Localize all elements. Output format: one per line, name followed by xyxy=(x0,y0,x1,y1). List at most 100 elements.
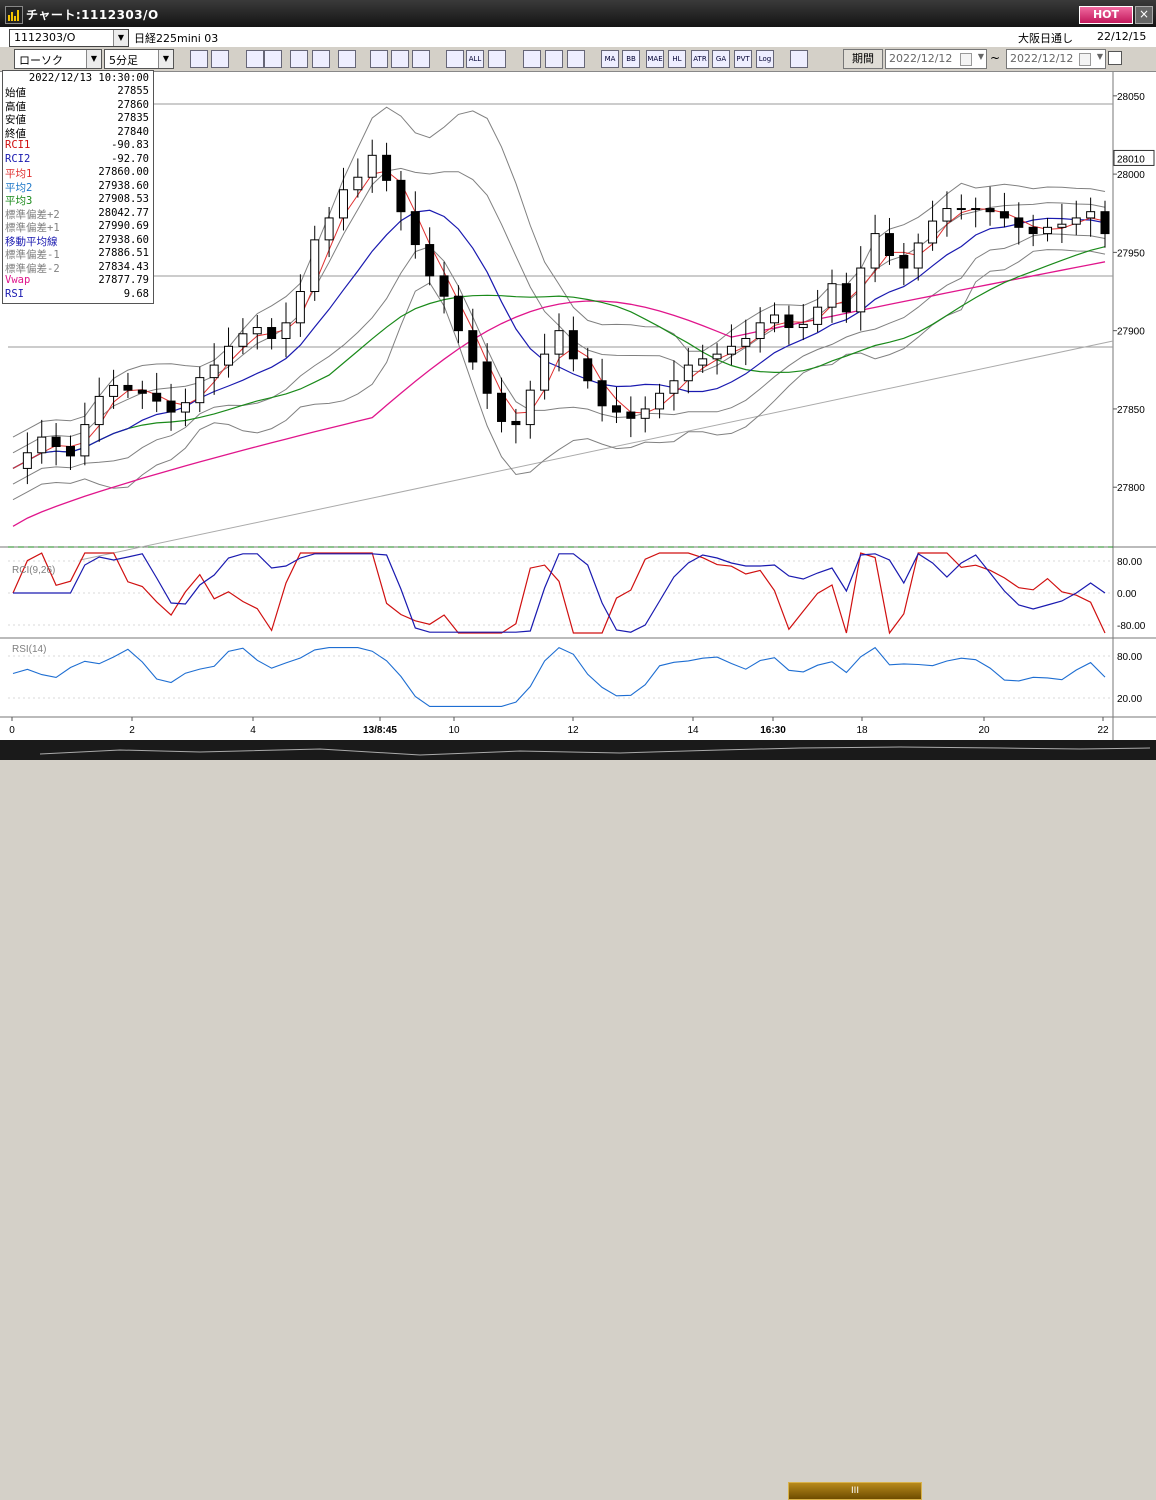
info-row: RSI 9.68 xyxy=(5,288,149,301)
info-label: RCI2 xyxy=(5,152,31,165)
mae-tool-button[interactable]: MAE xyxy=(646,50,664,68)
ma-tool-button[interactable] xyxy=(412,50,430,68)
candle-body xyxy=(1100,211,1110,235)
candle-body xyxy=(770,314,780,324)
candle-body xyxy=(94,395,104,426)
all-tool-button[interactable]: ALL xyxy=(466,50,484,68)
palette-tool-button[interactable] xyxy=(545,50,563,68)
info-row: 標準偏差-2 27834.43 xyxy=(5,261,149,275)
candle-body xyxy=(726,345,736,355)
macd-tool-button[interactable] xyxy=(446,50,464,68)
candle-body xyxy=(568,330,578,360)
info-value: 27835 xyxy=(117,112,149,124)
sma-tool-button[interactable] xyxy=(567,50,585,68)
chevron-down-icon[interactable]: ▼ xyxy=(113,30,128,46)
candle-body xyxy=(884,233,894,257)
info-row: 平均1 27860.00 xyxy=(5,166,149,180)
title-bar: チャート:1112303/O HOT × xyxy=(0,0,1156,27)
candle-body xyxy=(741,337,751,347)
candle-body xyxy=(238,333,248,347)
date-from-value: 2022/12/12 xyxy=(889,52,953,65)
candle-body xyxy=(928,220,938,244)
chevron-down-icon[interactable]: ▼ xyxy=(158,50,173,68)
info-value: 27908.53 xyxy=(98,193,149,205)
atr-tool-button[interactable]: ATR xyxy=(691,50,709,68)
candle-body xyxy=(669,380,679,394)
info-row: 終値 27840 xyxy=(5,126,149,140)
info-row: RCI1 -90.83 xyxy=(5,139,149,152)
ga-tool-button[interactable]: GA xyxy=(712,50,730,68)
trend-tool-button[interactable] xyxy=(290,50,308,68)
info-value: -90.83 xyxy=(111,139,149,151)
eraser-tool-button[interactable] xyxy=(488,50,506,68)
arrow-tool-button[interactable] xyxy=(338,50,356,68)
hot-button[interactable]: HOT xyxy=(1079,6,1133,24)
time-tick-label: 18 xyxy=(856,725,868,736)
scrollbar-track[interactable]: III xyxy=(0,740,1156,1500)
zoom-tool-button[interactable] xyxy=(190,50,208,68)
info-panel: 2022/12/13 10:30:00 始値 27855 高値 27860 安値 2783… xyxy=(2,70,154,304)
candle-body xyxy=(80,424,90,457)
info-row: 平均2 27938.60 xyxy=(5,180,149,194)
candle-body xyxy=(281,322,291,339)
vwap-line xyxy=(12,261,1106,527)
symbol-row: 1112303/O ▼ 日経225mini 03 大阪日通し 22/12/15 xyxy=(0,27,1156,48)
candle-body xyxy=(338,189,348,219)
chart-type-select[interactable]: ローソク ▼ xyxy=(14,49,102,69)
chevron-down-icon[interactable]: ▼ xyxy=(978,52,984,61)
sell-tool-button[interactable] xyxy=(264,50,282,68)
buy-tool-button[interactable] xyxy=(246,50,264,68)
close-button[interactable]: × xyxy=(1135,6,1153,24)
candle-body xyxy=(899,255,909,269)
ma2-tool-button[interactable]: MA xyxy=(601,50,619,68)
candle-body xyxy=(453,295,463,332)
price-chart[interactable]: 28050 28000 27950 27900 27850 27800 28010 RCI(9… xyxy=(0,72,1156,740)
candle-body xyxy=(870,233,880,269)
candle-body xyxy=(353,176,363,191)
info-row: Vwap 27877.79 xyxy=(5,274,149,287)
period-checkbox[interactable] xyxy=(1108,51,1122,65)
wrench-tool-button[interactable] xyxy=(523,50,541,68)
cross-tool-button[interactable] xyxy=(391,50,409,68)
info-row: 標準偏差+2 28042.77 xyxy=(5,207,149,221)
chevron-down-icon[interactable]: ▼ xyxy=(86,50,101,68)
price-tick-label: 28050 xyxy=(1117,92,1145,103)
candle-body xyxy=(1028,226,1038,235)
export-tool-button[interactable] xyxy=(790,50,808,68)
calendar-icon[interactable] xyxy=(1079,53,1091,66)
pvt-tool-button[interactable]: PVT xyxy=(734,50,752,68)
chart-area[interactable]: 28050 28000 27950 27900 27850 27800 28010 RCI(9… xyxy=(0,72,1156,740)
current-date: 22/12/15 xyxy=(1097,30,1147,43)
interval-value: 5分足 xyxy=(109,54,138,67)
rsi-tick-label: 20.00 xyxy=(1117,694,1142,705)
date-to-field[interactable]: 2022/12/12 ▼ xyxy=(1006,49,1106,69)
bollinger-band-line xyxy=(12,249,1106,501)
date-from-field[interactable]: 2022/12/12 ▼ xyxy=(885,49,987,69)
calendar-icon[interactable] xyxy=(960,53,972,66)
candle-body xyxy=(841,283,851,313)
candle-body xyxy=(51,436,61,448)
time-tick-label: 0 xyxy=(9,725,15,736)
time-tick-label: 14 xyxy=(687,725,699,736)
interval-select[interactable]: 5分足 ▼ xyxy=(104,49,174,69)
candle-body xyxy=(166,400,176,413)
candle-body xyxy=(137,389,147,394)
rsi-tick-label: 80.00 xyxy=(1117,652,1142,663)
price-tick-label: 27900 xyxy=(1117,327,1145,338)
rsi-line xyxy=(12,646,1106,707)
info-value: -92.70 xyxy=(111,152,149,165)
symbol-select[interactable]: 1112303/O ▼ xyxy=(9,29,129,47)
hline-tool-button[interactable] xyxy=(211,50,229,68)
session-label: 大阪日通し xyxy=(1018,32,1073,45)
instrument-name: 日経225mini 03 xyxy=(134,32,219,45)
hl-tool-button[interactable]: HL xyxy=(668,50,686,68)
bb-tool-button[interactable]: BB xyxy=(622,50,640,68)
fib-tool-button[interactable] xyxy=(312,50,330,68)
scrollbar-thumb[interactable]: III xyxy=(788,1482,922,1500)
candle-body xyxy=(310,239,320,293)
candle-body xyxy=(367,154,377,178)
log-tool-button[interactable]: Log xyxy=(756,50,774,68)
undo-tool-button[interactable] xyxy=(370,50,388,68)
chevron-down-icon[interactable]: ▼ xyxy=(1097,52,1103,61)
period-button[interactable]: 期間 xyxy=(843,49,883,69)
